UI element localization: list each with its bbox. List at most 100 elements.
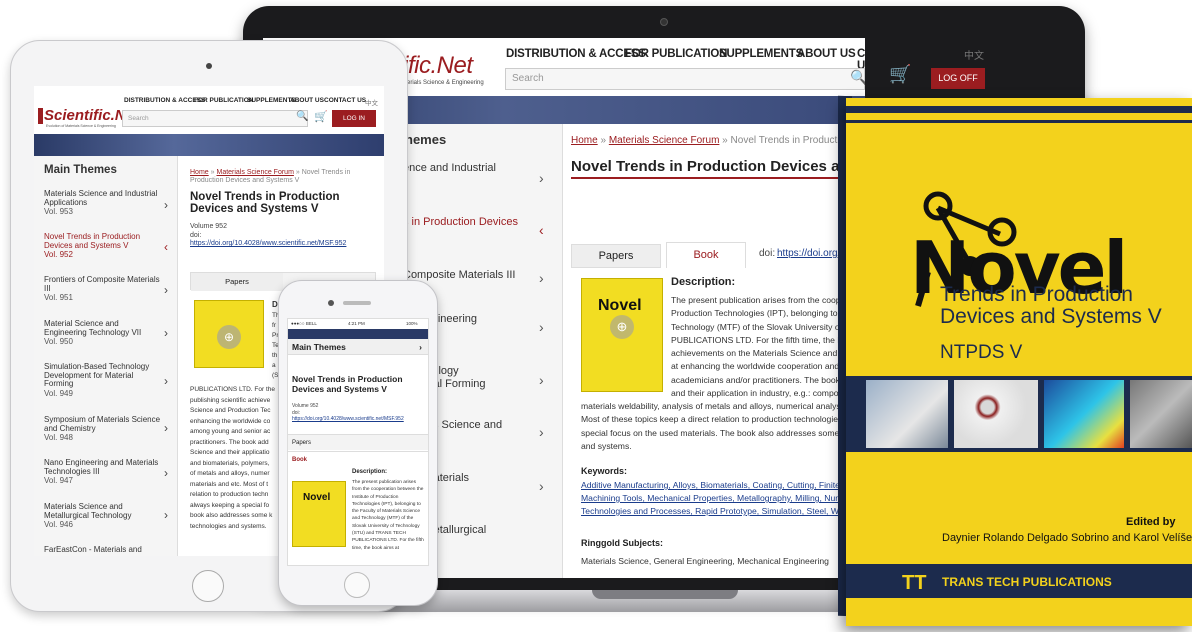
book-editors: Daynier Rolando Delgado Sobrino and Karo… <box>942 532 1192 544</box>
cover-photo-2 <box>954 380 1038 448</box>
logo-subtitle: Materials Science & Engineering <box>397 80 484 86</box>
publisher-logo-icon: TT <box>902 572 927 594</box>
tablet-camera <box>206 63 212 69</box>
description-initial: D <box>272 300 278 309</box>
carrier-signal: ●●●○○ BELL <box>291 321 317 326</box>
phone-camera <box>328 300 334 306</box>
description-title: Description: <box>352 469 388 475</box>
sidebar-item[interactable]: Simulation-Based Technology Development … <box>44 362 162 398</box>
ringgold-label: Ringgold Subjects: <box>581 538 663 548</box>
chevron-right-icon[interactable]: › <box>539 424 544 440</box>
description-title: Description: <box>671 276 736 288</box>
book-acronym: NTPDS V <box>940 342 1023 363</box>
zoom-icon[interactable]: ⊕ <box>217 325 241 349</box>
breadcrumb-home[interactable]: Home <box>571 135 598 146</box>
breadcrumb: Home » Materials Science Forum » Novel T… <box>571 135 861 146</box>
sidebar-item[interactable]: Frontiers of Composite Materials III Vol.… <box>44 275 162 303</box>
chevron-right-icon[interactable]: › <box>539 372 544 388</box>
book-subtitle: Trends in Production Devices and Systems… <box>940 283 1162 328</box>
logoff-button[interactable]: LOG OFF <box>931 68 985 89</box>
description-continued: materials weldability, analysis of metal… <box>581 401 865 451</box>
tablet-home-button[interactable] <box>192 570 224 602</box>
header-banner <box>34 134 384 156</box>
search-icon[interactable]: 🔍 <box>850 69 865 86</box>
tab-papers[interactable]: Papers <box>571 244 661 268</box>
chevron-right-icon[interactable]: › <box>539 170 544 186</box>
tab-book[interactable]: Book <box>666 242 746 268</box>
publisher-name: TRANS TECH PUBLICATIONS <box>942 575 1112 589</box>
cart-icon[interactable]: 🛒 <box>314 110 328 123</box>
chevron-right-icon[interactable]: › <box>164 198 168 212</box>
edited-by-label: Edited by <box>1126 516 1176 528</box>
themes-dropdown[interactable]: Main Themes › <box>288 339 428 355</box>
sidebar-item[interactable]: FarEastCon - Materials and <box>44 545 162 555</box>
site-logo[interactable]: tific.Net <box>397 52 473 80</box>
sidebar-item[interactable]: ence and Industrial <box>403 162 496 175</box>
nav-contact-us[interactable]: CONTACT US <box>324 97 366 104</box>
sidebar-item[interactable]: Nano Engineering and Materials Technolog… <box>44 458 162 486</box>
description-text: The present publication arises from the … <box>671 295 858 399</box>
nav-supplements[interactable]: SUPPLEMENTS <box>247 97 296 104</box>
phone-speaker <box>343 301 371 305</box>
tab-book[interactable]: Book <box>288 451 428 467</box>
keywords-label: Keywords: <box>581 466 628 476</box>
logo-mark <box>38 108 43 124</box>
chevron-right-icon[interactable]: › <box>164 466 168 480</box>
nav-about-us[interactable]: ABOUT US <box>290 97 324 104</box>
cart-icon[interactable]: 🛒 <box>889 64 911 85</box>
chevron-right-icon[interactable]: › <box>164 374 168 388</box>
cover-photo-3 <box>1044 380 1124 448</box>
search-input[interactable]: Search <box>122 110 308 127</box>
keywords-list[interactable]: Additive Manufacturing, Alloys, Biomater… <box>581 479 865 518</box>
chevron-right-icon[interactable]: › <box>164 283 168 297</box>
breadcrumb-home[interactable]: Home <box>190 169 209 176</box>
chevron-right-icon[interactable]: › <box>164 326 168 340</box>
header-bar <box>288 329 428 339</box>
book-thumbnail[interactable]: ⊕ <box>194 300 264 368</box>
sidebar-item-active[interactable]: Novel Trends in Production Devices and S… <box>44 232 162 260</box>
zoom-icon[interactable]: ⊕ <box>610 315 634 339</box>
sidebar-item[interactable]: Materials Science and Industrial Applica… <box>44 189 162 217</box>
search-input[interactable]: Search <box>505 68 865 90</box>
chevron-right-icon[interactable]: › <box>539 478 544 494</box>
nav-about-us[interactable]: ABOUT US <box>797 48 856 60</box>
phone-screen: ●●●○○ BELL 4:21 PM 100% Main Themes › Nov… <box>287 318 429 566</box>
description-text: The present publication arises from the … <box>352 480 424 551</box>
nav-for-publication[interactable]: FOR PUBLICATION <box>194 97 253 104</box>
book-thumbnail[interactable]: Novel <box>292 481 346 547</box>
tab-papers[interactable]: Papers <box>288 434 428 450</box>
doi-label: doi: <box>759 248 776 259</box>
sidebar-item[interactable]: Material Science and Engineering Technol… <box>44 319 162 347</box>
sidebar-themes: Main Themes Materials Science and Indust… <box>34 156 178 556</box>
publisher-bar: TT TRANS TECH PUBLICATIONS <box>846 564 1192 598</box>
sidebar-item[interactable]: Symposium of Materials Science and Chemi… <box>44 415 162 443</box>
cover-photo-4 <box>1130 380 1192 448</box>
cover-stripe <box>846 106 1192 113</box>
chevron-left-icon[interactable]: ‹ <box>539 222 544 238</box>
nav-supplements[interactable]: SUPPLEMENTS <box>719 48 803 60</box>
chevron-left-icon[interactable]: ‹ <box>164 240 168 254</box>
book-thumbnail[interactable]: Novel ⊕ <box>581 278 663 392</box>
nav-for-publication[interactable]: FOR PUBLICATION <box>625 48 727 60</box>
breadcrumb-forum[interactable]: Materials Science Forum <box>609 135 720 146</box>
chevron-right-icon[interactable]: › <box>539 319 544 335</box>
sidebar-item[interactable]: Materials Science and Metallurgical Tech… <box>44 502 162 530</box>
chevron-right-icon[interactable]: › <box>539 270 544 286</box>
breadcrumb-forum[interactable]: Materials Science Forum <box>216 169 293 176</box>
nav-chinese[interactable]: 中文 <box>365 97 378 107</box>
description-text: PUBLICATIONS LTD. For the publishing scie… <box>190 386 276 530</box>
chevron-right-icon[interactable]: › <box>164 508 168 522</box>
doi-link[interactable]: https://doi.org/10.4028/www.scientific.n… <box>190 240 346 247</box>
doi-link[interactable]: https://doi.org/1 <box>777 248 846 259</box>
chevron-right-icon: › <box>419 342 422 352</box>
main-content: Home » Materials Science Forum » Novel T… <box>571 124 865 578</box>
page-title: Novel Trends in Production Devices and S… <box>571 158 865 179</box>
ringgold-value: Materials Science, General Engineering, … <box>581 556 829 566</box>
phone-home-button[interactable] <box>344 572 370 598</box>
search-icon[interactable]: 🔍 <box>296 111 308 122</box>
sidebar-item-active[interactable]: s in Production Devices <box>403 216 518 229</box>
chevron-right-icon[interactable]: › <box>164 421 168 435</box>
login-button[interactable]: LOG IN <box>332 110 376 127</box>
doi-link[interactable]: https://doi.org/10.4028/www.scientific.n… <box>292 416 404 423</box>
nav-chinese[interactable]: 中文 <box>964 47 984 62</box>
